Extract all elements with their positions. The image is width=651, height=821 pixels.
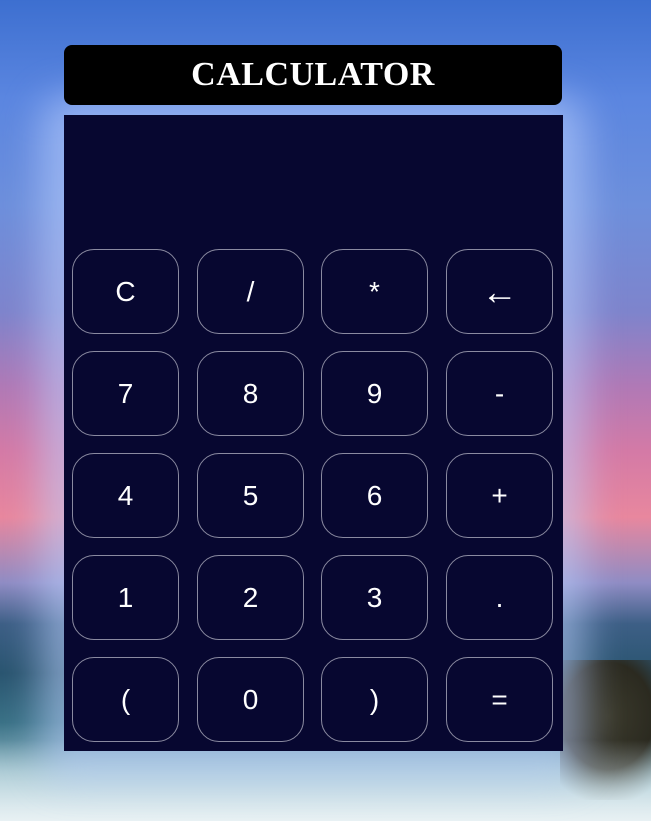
- title-bar: CALCULATOR: [64, 45, 562, 105]
- digit-6-button[interactable]: 6: [321, 453, 428, 538]
- digit-0-button[interactable]: 0: [197, 657, 304, 742]
- open-paren-button[interactable]: (: [72, 657, 179, 742]
- close-paren-button[interactable]: ): [321, 657, 428, 742]
- digit-3-button[interactable]: 3: [321, 555, 428, 640]
- equals-button[interactable]: =: [446, 657, 553, 742]
- minus-button[interactable]: -: [446, 351, 553, 436]
- digit-5-button[interactable]: 5: [197, 453, 304, 538]
- digit-7-button[interactable]: 7: [72, 351, 179, 436]
- digit-2-button[interactable]: 2: [197, 555, 304, 640]
- keypad: C / * ← 7 8 9 - 4 5 6 + 1 2 3 . ( 0 ) =: [72, 249, 556, 745]
- clear-button[interactable]: C: [72, 249, 179, 334]
- backspace-button[interactable]: ←: [446, 249, 553, 334]
- multiply-button[interactable]: *: [321, 249, 428, 334]
- calculator: C / * ← 7 8 9 - 4 5 6 + 1 2 3 . ( 0 ) =: [64, 115, 563, 751]
- digit-4-button[interactable]: 4: [72, 453, 179, 538]
- plus-button[interactable]: +: [446, 453, 553, 538]
- digit-9-button[interactable]: 9: [321, 351, 428, 436]
- decimal-button[interactable]: .: [446, 555, 553, 640]
- digit-8-button[interactable]: 8: [197, 351, 304, 436]
- digit-1-button[interactable]: 1: [72, 555, 179, 640]
- calculator-display: [64, 115, 563, 241]
- divide-button[interactable]: /: [197, 249, 304, 334]
- page-title: CALCULATOR: [191, 56, 435, 93]
